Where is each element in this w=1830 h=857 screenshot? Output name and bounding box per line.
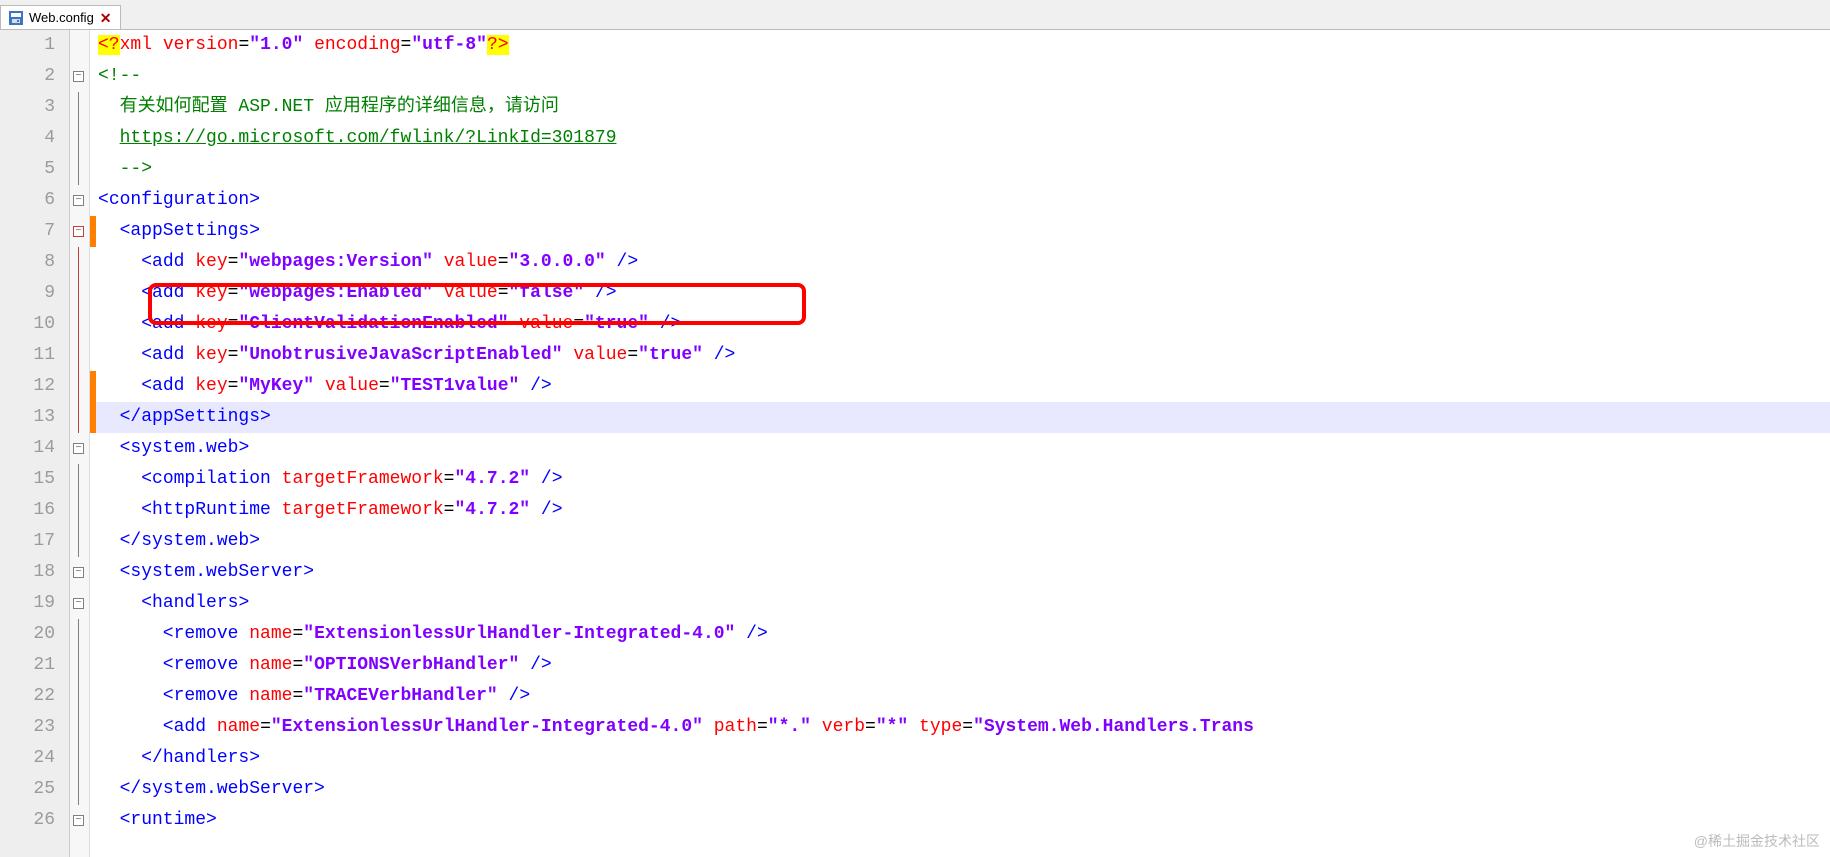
code-line[interactable]: <add key="webpages:Version" value="3.0.0… [96,247,1830,278]
line-number: 15 [0,464,55,495]
line-number: 14 [0,433,55,464]
code-line[interactable]: <add name="ExtensionlessUrlHandler-Integ… [96,712,1830,743]
line-number: 12 [0,371,55,402]
code-line[interactable]: <?xml version="1.0" encoding="utf-8"?> [96,30,1830,61]
line-number: 23 [0,712,55,743]
line-number: 9 [0,278,55,309]
line-number: 22 [0,681,55,712]
code-line[interactable]: <configuration> [96,185,1830,216]
code-line[interactable]: <add key="MyKey" value="TEST1value" /> [96,371,1830,402]
watermark: @稀土掘金技术社区 [1694,831,1820,851]
line-number: 26 [0,805,55,836]
fold-toggle[interactable]: − [73,71,84,82]
line-number: 10 [0,309,55,340]
line-number: 20 [0,619,55,650]
line-number: 17 [0,526,55,557]
code-line[interactable]: <system.webServer> [96,557,1830,588]
fold-toggle[interactable]: − [73,226,84,237]
code-line[interactable]: </system.web> [96,526,1830,557]
line-number: 13 [0,402,55,433]
fold-column: − − − − − − − [70,30,90,857]
fold-toggle[interactable]: − [73,815,84,826]
code-line[interactable]: </appSettings> [96,402,1830,433]
code-line[interactable]: <remove name="TRACEVerbHandler" /> [96,681,1830,712]
code-line[interactable]: <handlers> [96,588,1830,619]
line-number: 6 [0,185,55,216]
line-number: 2 [0,61,55,92]
line-number: 11 [0,340,55,371]
code-line[interactable]: <httpRuntime targetFramework="4.7.2" /> [96,495,1830,526]
close-icon[interactable]: ✕ [100,11,112,25]
fold-toggle[interactable]: − [73,567,84,578]
code-line[interactable]: <appSettings> [96,216,1830,247]
code-line[interactable]: --> [96,154,1830,185]
code-area[interactable]: <?xml version="1.0" encoding="utf-8"?> <… [96,30,1830,857]
fold-toggle[interactable]: − [73,598,84,609]
line-number: 1 [0,30,55,61]
line-number: 18 [0,557,55,588]
code-line[interactable]: <remove name="OPTIONSVerbHandler" /> [96,650,1830,681]
code-line[interactable]: <add key="UnobtrusiveJavaScriptEnabled" … [96,340,1830,371]
fold-toggle[interactable]: − [73,443,84,454]
line-number: 5 [0,154,55,185]
code-line[interactable]: https://go.microsoft.com/fwlink/?LinkId=… [96,123,1830,154]
save-disk-icon [9,11,23,25]
code-line[interactable]: <add key="ClientValidationEnabled" value… [96,309,1830,340]
line-number: 8 [0,247,55,278]
line-number: 16 [0,495,55,526]
tab-bar: Web.config ✕ [0,0,1830,30]
code-line[interactable]: </system.webServer> [96,774,1830,805]
code-line[interactable]: <remove name="ExtensionlessUrlHandler-In… [96,619,1830,650]
line-number: 19 [0,588,55,619]
code-line[interactable]: <!-- [96,61,1830,92]
line-number-gutter: 1 2 3 4 5 6 7 8 9 10 11 12 13 14 15 16 1… [0,30,70,857]
code-line[interactable]: <system.web> [96,433,1830,464]
code-line[interactable]: <runtime> [96,805,1830,836]
line-number: 24 [0,743,55,774]
line-number: 21 [0,650,55,681]
line-number: 3 [0,92,55,123]
code-line[interactable]: <add key="webpages:Enabled" value="false… [96,278,1830,309]
tab-title: Web.config [29,10,94,25]
line-number: 4 [0,123,55,154]
code-line[interactable]: <compilation targetFramework="4.7.2" /> [96,464,1830,495]
line-number: 7 [0,216,55,247]
editor[interactable]: 1 2 3 4 5 6 7 8 9 10 11 12 13 14 15 16 1… [0,30,1830,857]
tab-webconfig[interactable]: Web.config ✕ [0,5,121,29]
line-number: 25 [0,774,55,805]
fold-toggle[interactable]: − [73,195,84,206]
code-line[interactable]: </handlers> [96,743,1830,774]
code-line[interactable]: 有关如何配置 ASP.NET 应用程序的详细信息，请访问 [96,92,1830,123]
